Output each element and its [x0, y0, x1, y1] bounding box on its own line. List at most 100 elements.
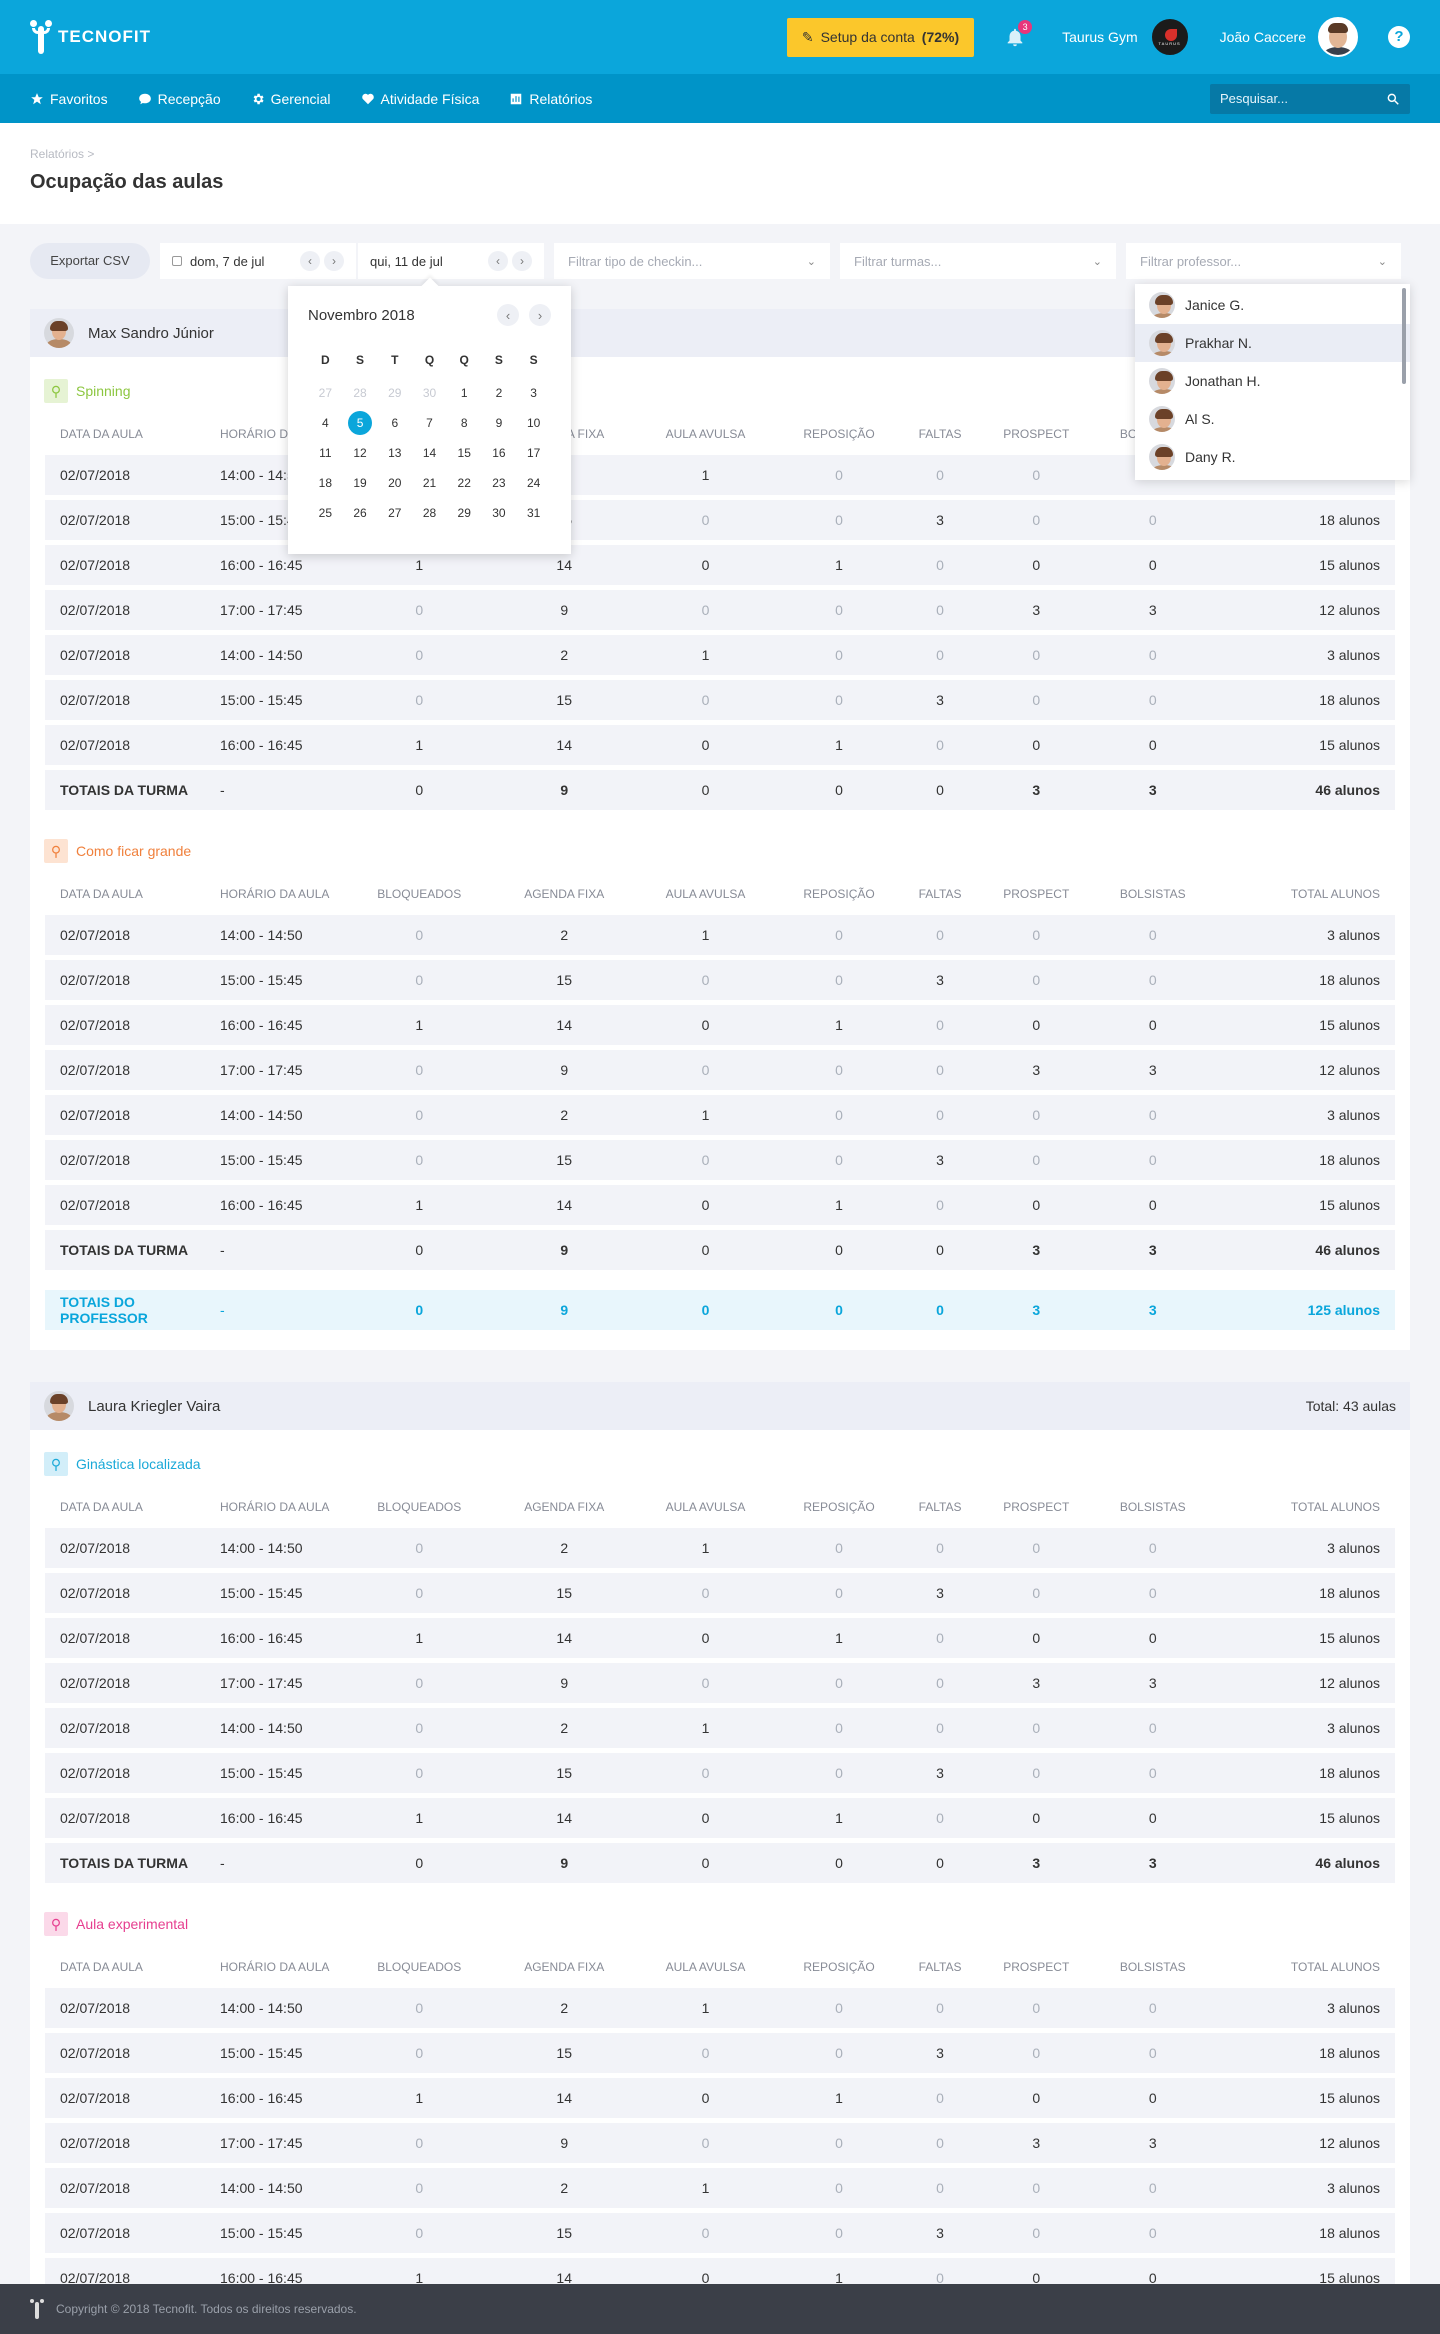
table-row[interactable]: 02/07/201815:00 - 15:450150030018 alunos	[45, 2033, 1395, 2073]
calendar-day[interactable]: 24	[516, 468, 551, 498]
table-row[interactable]: 02/07/201814:00 - 14:5002100003 alunos	[45, 2168, 1395, 2208]
chevron-left-icon[interactable]: ‹	[300, 251, 320, 271]
table-row[interactable]: 02/07/2018 16:00 - 16:45 1 14 0 1 0 0 0 15 alunos	[45, 2078, 1395, 2118]
table-row[interactable]: 02/07/201815:00 - 15:450150030018 alunos	[45, 500, 1395, 540]
calendar-day[interactable]: 28	[343, 378, 378, 408]
table-row[interactable]: 02/07/2018 17:00 - 17:45 0 9 0 0 0 3 3 12 alunos	[45, 2123, 1395, 2163]
nav-recepcao[interactable]: Recepção	[138, 91, 221, 107]
nav-atividade-fisica[interactable]: Atividade Física	[361, 91, 479, 107]
table-row[interactable]: 02/07/201814:00 - 14:5002100003 alunos	[45, 1708, 1395, 1748]
nav-gerencial[interactable]: Gerencial	[251, 91, 331, 107]
chevron-right-icon[interactable]: ›	[324, 251, 344, 271]
table-row[interactable]: 02/07/2018 16:00 - 16:45 1 14 0 1 0 0 0 15 alunos	[45, 545, 1395, 585]
total-cell: -	[220, 1230, 345, 1270]
table-row[interactable]: 02/07/201815:00 - 15:450150030018 alunos	[45, 680, 1395, 720]
table-row[interactable]: 02/07/201814:00 - 14:5002100003 alunos	[45, 915, 1395, 955]
calendar-day[interactable]: 14	[412, 438, 447, 468]
table-row[interactable]: 02/07/201815:00 - 15:450150030018 alunos	[45, 1753, 1395, 1793]
calendar-day[interactable]: 16	[482, 438, 517, 468]
calendar-day[interactable]: 21	[412, 468, 447, 498]
table-row[interactable]: 02/07/201815:00 - 15:450150030018 alunos	[45, 960, 1395, 1000]
professor-header[interactable]: Laura Kriegler Vaira Total: 43 aulas	[30, 1382, 1410, 1430]
prev-month-icon[interactable]: ‹	[497, 304, 519, 326]
teacher-option[interactable]: Jonathan H.	[1135, 362, 1410, 400]
teacher-option[interactable]: Prakhar N.	[1135, 324, 1410, 362]
calendar-day[interactable]: 30	[482, 498, 517, 528]
teacher-avatar	[1149, 406, 1175, 432]
table-row[interactable]: 02/07/2018 16:00 - 16:45 1 14 0 1 0 0 0 15 alunos	[45, 1798, 1395, 1838]
calendar-day[interactable]: 12	[343, 438, 378, 468]
search-input[interactable]: Pesquisar...	[1210, 83, 1410, 114]
calendar-day[interactable]: 11	[308, 438, 343, 468]
calendar-day[interactable]: 4	[308, 408, 343, 438]
table-row[interactable]: 02/07/201815:00 - 15:450150030018 alunos	[45, 2213, 1395, 2253]
calendar-day[interactable]: 18	[308, 468, 343, 498]
calendar-day[interactable]: 7	[412, 408, 447, 438]
next-month-icon[interactable]: ›	[529, 304, 551, 326]
help-icon[interactable]: ?	[1388, 26, 1410, 48]
calendar-day[interactable]: 30	[412, 378, 447, 408]
table-row[interactable]: 02/07/2018 17:00 - 17:45 0 9 0 0 0 3 3 12 alunos	[45, 1050, 1395, 1090]
calendar-day[interactable]: 22	[447, 468, 482, 498]
date-to-picker[interactable]: qui, 11 de jul ‹ ›	[358, 243, 544, 279]
gym-selector[interactable]: Taurus Gym	[1062, 17, 1190, 57]
table-cell: 0	[977, 1798, 1095, 1838]
checkin-type-select[interactable]: Filtrar tipo de checkin... ⌄	[554, 243, 830, 279]
dropdown-scrollbar[interactable]	[1402, 288, 1406, 384]
table-row[interactable]: 02/07/2018 17:00 - 17:45 0 9 0 0 0 3 3 12 alunos	[45, 590, 1395, 630]
teacher-select[interactable]: Filtrar professor... ⌄	[1126, 243, 1401, 279]
table-row[interactable]: 02/07/201815:00 - 15:450150030018 alunos	[45, 1140, 1395, 1180]
teacher-option[interactable]: Dany R.	[1135, 438, 1410, 476]
calendar-day[interactable]: 23	[482, 468, 517, 498]
table-row[interactable]: 02/07/201814:00 - 14:5002100003 alunos	[45, 635, 1395, 675]
table-cell: 3	[902, 2033, 978, 2073]
teacher-option[interactable]: Janice G.	[1135, 286, 1410, 324]
teacher-option-label: Janice G.	[1185, 297, 1245, 313]
brand-logo[interactable]: TECNOFIT	[30, 20, 151, 54]
teacher-option[interactable]: Al S.	[1135, 400, 1410, 438]
table-row[interactable]: 02/07/201814:00 - 14:5002100003 alunos	[45, 1988, 1395, 2028]
calendar-day[interactable]: 8	[447, 408, 482, 438]
table-row[interactable]: 02/07/2018 16:00 - 16:45 1 14 0 1 0 0 0 15 alunos	[45, 725, 1395, 765]
calendar-day[interactable]: 29	[447, 498, 482, 528]
table-row[interactable]: 02/07/2018 16:00 - 16:45 1 14 0 1 0 0 0 15 alunos	[45, 1005, 1395, 1045]
calendar-day[interactable]: 25	[308, 498, 343, 528]
calendar-day[interactable]: 31	[516, 498, 551, 528]
calendar-day[interactable]: 27	[308, 378, 343, 408]
calendar-day[interactable]: 15	[447, 438, 482, 468]
table-row[interactable]: 02/07/201814:00 - 14:5002100003 alunos	[45, 1095, 1395, 1135]
calendar-day[interactable]: 2	[482, 378, 517, 408]
calendar-day[interactable]: 13	[377, 438, 412, 468]
teacher-option-label: Prakhar N.	[1185, 335, 1252, 351]
table-cell: 0	[902, 915, 978, 955]
chevron-right-icon[interactable]: ›	[512, 251, 532, 271]
table-row[interactable]: 02/07/201815:00 - 15:450150030018 alunos	[45, 1573, 1395, 1613]
calendar-day[interactable]: 19	[343, 468, 378, 498]
export-csv-button[interactable]: Exportar CSV	[30, 243, 150, 279]
chevron-left-icon[interactable]: ‹	[488, 251, 508, 271]
calendar-day[interactable]: 3	[516, 378, 551, 408]
calendar-day[interactable]: 6	[377, 408, 412, 438]
user-menu[interactable]: João Caccere	[1220, 17, 1358, 57]
class-select[interactable]: Filtrar turmas... ⌄	[840, 243, 1116, 279]
calendar-day[interactable]: 20	[377, 468, 412, 498]
calendar-day[interactable]: 9	[482, 408, 517, 438]
calendar-day[interactable]: 10	[516, 408, 551, 438]
calendar-day[interactable]: 17	[516, 438, 551, 468]
table-row[interactable]: 02/07/201814:00 - 14:5002100003 alunos	[45, 1528, 1395, 1568]
calendar-day[interactable]: 5	[343, 408, 378, 438]
nav-favoritos[interactable]: Favoritos	[30, 91, 108, 107]
table-row[interactable]: 02/07/2018 17:00 - 17:45 0 9 0 0 0 3 3 12 alunos	[45, 1663, 1395, 1703]
calendar-day[interactable]: 26	[343, 498, 378, 528]
calendar-day[interactable]: 28	[412, 498, 447, 528]
breadcrumb[interactable]: Relatórios >	[30, 147, 1410, 161]
notifications-button[interactable]: 3	[1004, 20, 1033, 48]
calendar-day[interactable]: 27	[377, 498, 412, 528]
calendar-day[interactable]: 29	[377, 378, 412, 408]
nav-relatorios[interactable]: Relatórios	[509, 91, 592, 107]
date-from-picker[interactable]: dom, 7 de jul ‹ ›	[160, 243, 356, 279]
table-row[interactable]: 02/07/2018 16:00 - 16:45 1 14 0 1 0 0 0 15 alunos	[45, 1185, 1395, 1225]
table-row[interactable]: 02/07/2018 16:00 - 16:45 1 14 0 1 0 0 0 15 alunos	[45, 1618, 1395, 1658]
calendar-day[interactable]: 1	[447, 378, 482, 408]
setup-account-button[interactable]: ✎ Setup da conta (72%)	[786, 17, 975, 57]
